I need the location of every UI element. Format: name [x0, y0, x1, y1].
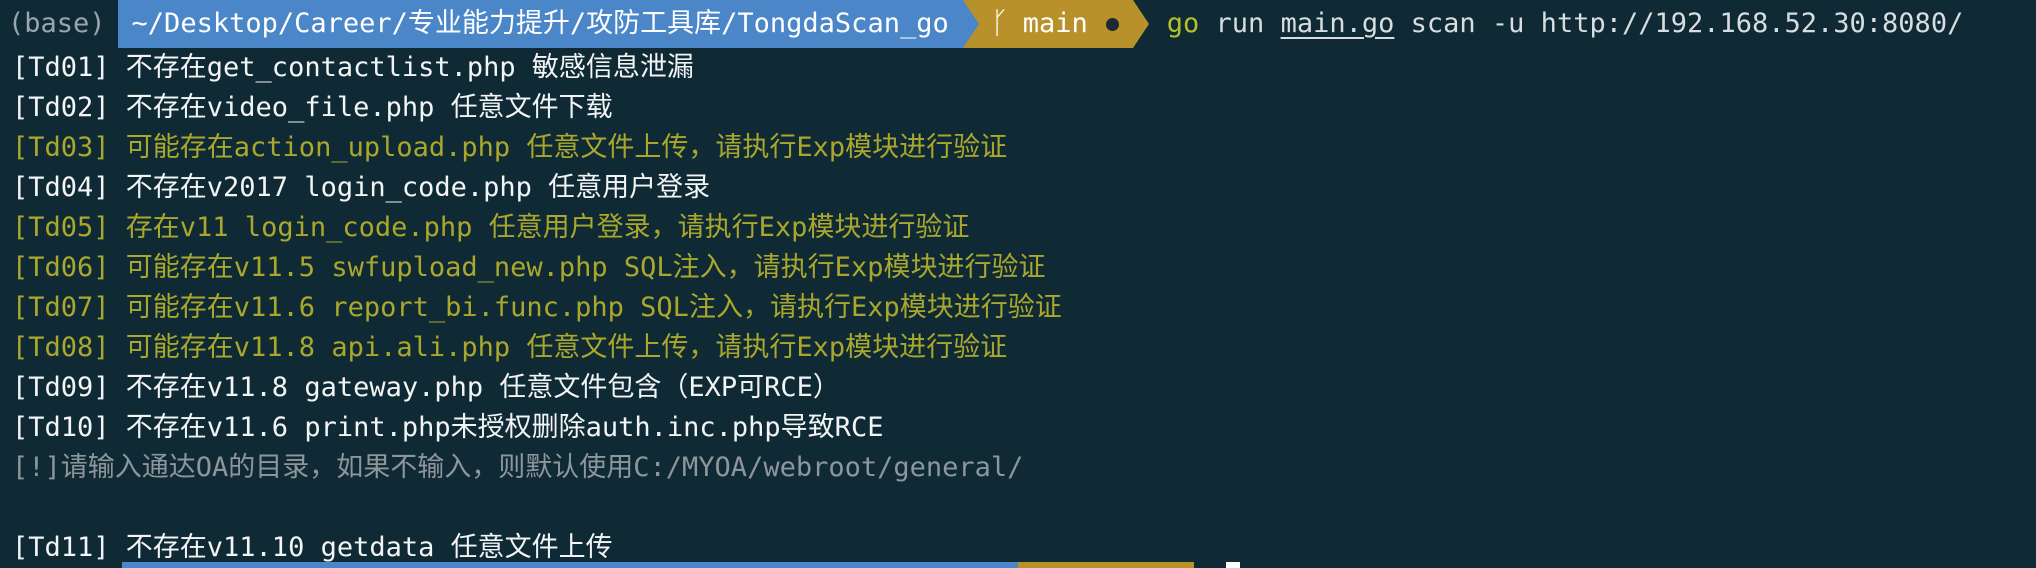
output-line: [Td06] 可能存在v11.5 swfupload_new.php SQL注入…	[12, 252, 1046, 283]
output-line: [Td04] 不存在v2017 login_code.php 任意用户登录	[12, 172, 711, 203]
output-line: [Td05] 存在v11 login_code.php 任意用户登录，请执行Ex…	[12, 212, 970, 243]
current-directory: ~/Desktop/Career/专业能力提升/攻防工具库/TongdaScan…	[117, 0, 963, 48]
output-line: [Td08] 可能存在v11.8 api.ali.php 任意文件上传，请执行E…	[12, 332, 1008, 363]
command-binary: go	[1166, 8, 1200, 39]
command-line: go run main.go scan -u http://192.168.52…	[1149, 0, 1964, 48]
git-branch-segment: ᚴ main	[978, 0, 1133, 48]
powerline-separator-git	[1132, 0, 1149, 48]
text-cursor[interactable]	[1226, 562, 1240, 568]
next-prompt-git-segment	[1018, 562, 1194, 568]
output-line: [Td03] 可能存在action_upload.php 任意文件上传，请执行E…	[12, 132, 1008, 163]
command-file: main.go	[1280, 8, 1395, 39]
git-branch-name: main	[1022, 8, 1088, 39]
command-subcommand: run	[1215, 8, 1265, 39]
next-prompt-path-segment	[122, 562, 1018, 568]
git-branch-icon: ᚴ	[990, 6, 1009, 41]
shell-prompt: (base) ~/Desktop/Career/专业能力提升/攻防工具库/Ton…	[0, 0, 2036, 48]
powerline-separator-path	[962, 0, 979, 48]
output-line: [Td09] 不存在v11.8 gateway.php 任意文件包含（EXP可R…	[12, 372, 840, 403]
output-line: [Td02] 不存在video_file.php 任意文件下载	[12, 92, 613, 123]
command-arguments: scan -u http://192.168.52.30:8080/	[1410, 8, 1964, 39]
input-prompt-line: [!]请输入通达OA的目录，如果不输入，则默认使用C:/MYOA/webroot…	[12, 452, 1024, 483]
terminal-output: [Td01] 不存在get_contactlist.php 敏感信息泄漏 [Td…	[12, 48, 2022, 568]
output-line: [Td10] 不存在v11.6 print.php未授权删除auth.inc.p…	[12, 412, 884, 443]
conda-env-label: (base)	[8, 8, 106, 39]
output-line: [Td07] 可能存在v11.6 report_bi.func.php SQL注…	[12, 292, 1062, 323]
next-prompt-strip	[0, 562, 2036, 568]
git-dirty-indicator-icon	[1105, 17, 1119, 31]
output-line: [Td01] 不存在get_contactlist.php 敏感信息泄漏	[12, 52, 694, 83]
terminal-window[interactable]: (base) ~/Desktop/Career/专业能力提升/攻防工具库/Ton…	[0, 0, 2036, 568]
